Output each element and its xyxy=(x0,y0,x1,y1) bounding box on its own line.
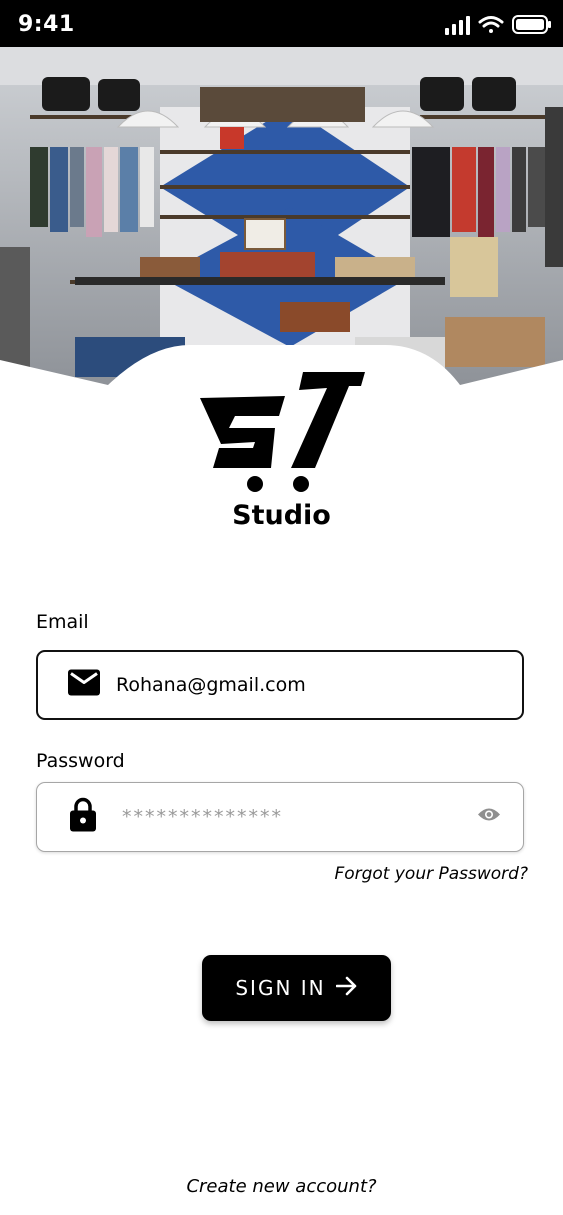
sign-in-button[interactable]: SIGN IN xyxy=(202,955,391,1021)
email-field[interactable] xyxy=(116,652,466,718)
eye-icon[interactable] xyxy=(477,807,501,828)
mail-icon xyxy=(68,669,100,701)
battery-icon xyxy=(512,15,551,34)
password-field[interactable] xyxy=(122,783,472,851)
create-account-link[interactable]: Create new account? xyxy=(0,1176,563,1197)
lock-icon xyxy=(70,797,96,837)
password-field-container[interactable] xyxy=(36,782,524,852)
status-time: 9:41 xyxy=(18,12,75,37)
brand-name: Studio xyxy=(232,500,331,531)
sign-in-label: SIGN IN xyxy=(235,976,326,1000)
store-hero-image xyxy=(0,47,563,387)
email-field-container[interactable] xyxy=(36,650,524,720)
status-icons xyxy=(443,14,555,36)
signal-icon xyxy=(445,16,470,35)
status-bar: 9:41 xyxy=(0,0,563,47)
arrow-right-icon xyxy=(335,976,358,1001)
forgot-password-link[interactable]: Forgot your Password? xyxy=(334,864,528,884)
email-label: Email xyxy=(36,611,89,633)
password-label: Password xyxy=(36,750,125,772)
wifi-icon xyxy=(478,16,504,33)
studio-logo xyxy=(195,368,370,496)
